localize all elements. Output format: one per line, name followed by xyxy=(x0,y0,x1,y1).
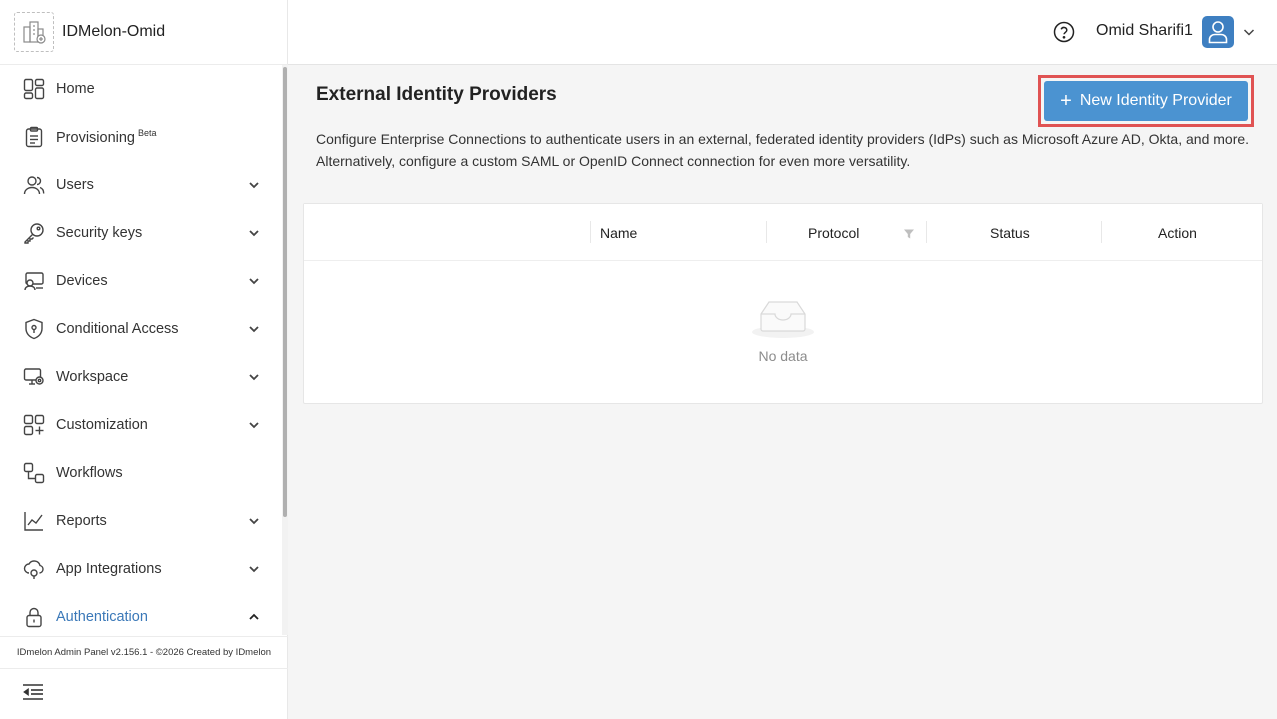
sidebar-item-app-integrations[interactable]: App Integrations xyxy=(0,545,282,593)
beta-badge: Beta xyxy=(138,128,157,139)
chevron-down-icon xyxy=(248,515,260,527)
chevron-down-icon[interactable] xyxy=(1242,25,1256,39)
chevron-down-icon xyxy=(248,227,260,239)
table-header: Name Protocol Status Action xyxy=(304,204,1262,261)
chevron-down-icon xyxy=(248,371,260,383)
sidebar-item-users[interactable]: Users xyxy=(0,161,282,209)
sidebar-item-label: Workspace xyxy=(56,369,129,385)
help-icon[interactable] xyxy=(1052,20,1076,44)
column-header-name[interactable]: Name xyxy=(600,204,637,261)
sidebar-scrollbar[interactable] xyxy=(282,65,288,635)
sidebar-item-authentication[interactable]: Authentication xyxy=(0,593,282,635)
identity-providers-table: Name Protocol Status Action No data xyxy=(303,203,1263,404)
empty-inbox-icon xyxy=(751,295,815,339)
column-separator xyxy=(590,221,591,243)
chevron-up-icon xyxy=(248,611,260,623)
sidebar-item-devices[interactable]: Devices xyxy=(0,257,282,305)
sidebar-scroll-thumb[interactable] xyxy=(283,67,287,517)
chevron-down-icon xyxy=(248,179,260,191)
user-name[interactable]: Omid Sharifi1 xyxy=(1096,22,1193,40)
column-separator xyxy=(1101,221,1102,243)
new-identity-provider-button[interactable]: + New Identity Provider xyxy=(1044,81,1248,121)
sidebar-item-reports[interactable]: Reports xyxy=(0,497,282,545)
sidebar-item-label: Home xyxy=(56,81,95,97)
org-logo-icon[interactable] xyxy=(14,12,54,52)
filter-icon[interactable] xyxy=(903,227,915,245)
workspace-icon xyxy=(22,365,46,389)
customization-icon xyxy=(22,413,46,437)
users-icon xyxy=(22,173,46,197)
clipboard-icon xyxy=(22,125,46,149)
sidebar-item-label: Security keys xyxy=(56,225,143,241)
lock-icon xyxy=(22,605,46,629)
no-data-text: No data xyxy=(758,348,808,364)
collapse-sidebar-button[interactable] xyxy=(0,668,288,719)
chevron-down-icon xyxy=(248,323,260,335)
app-integrations-icon xyxy=(22,557,46,581)
sidebar-item-label: Conditional Access xyxy=(56,321,179,337)
home-icon xyxy=(22,77,46,101)
chevron-down-icon xyxy=(248,563,260,575)
key-icon xyxy=(22,221,46,245)
reports-icon xyxy=(22,509,46,533)
sidebar-item-workspace[interactable]: Workspace xyxy=(0,353,282,401)
column-header-action: Action xyxy=(1158,224,1197,241)
page-title: External Identity Providers xyxy=(316,84,557,105)
top-header: Omid Sharifi1 xyxy=(288,0,1277,65)
devices-icon xyxy=(22,269,46,293)
sidebar: IDMelon-Omid Home Provisioning Beta Users xyxy=(0,0,288,719)
sidebar-item-label: Authentication xyxy=(56,609,148,625)
org-name: IDMelon-Omid xyxy=(62,23,166,40)
user-avatar-icon[interactable] xyxy=(1202,16,1234,48)
sidebar-item-label: Reports xyxy=(56,513,107,529)
sidebar-item-security-keys[interactable]: Security keys xyxy=(0,209,282,257)
sidebar-item-label: Devices xyxy=(56,273,108,289)
plus-icon: + xyxy=(1060,90,1072,112)
sidebar-item-home[interactable]: Home xyxy=(0,65,282,113)
column-separator xyxy=(766,221,767,243)
sidebar-item-label: Provisioning xyxy=(56,129,135,146)
sidebar-menu: Home Provisioning Beta Users Security key… xyxy=(0,65,282,635)
sidebar-item-label: Users xyxy=(56,177,94,193)
column-header-protocol[interactable]: Protocol xyxy=(808,204,859,261)
new-identity-provider-label: New Identity Provider xyxy=(1079,92,1232,109)
sidebar-item-label: Customization xyxy=(56,417,148,433)
sidebar-item-customization[interactable]: Customization xyxy=(0,401,282,449)
column-header-status: Status xyxy=(990,224,1030,241)
page-description: Configure Enterprise Connections to auth… xyxy=(316,131,1250,169)
collapse-menu-icon xyxy=(22,683,44,706)
sidebar-item-label: Workflows xyxy=(56,465,123,481)
workflows-icon xyxy=(22,461,46,485)
sidebar-item-workflows[interactable]: Workflows xyxy=(0,449,282,497)
chevron-down-icon xyxy=(248,275,260,287)
table-empty-state: No data xyxy=(304,261,1262,403)
brand-header: IDMelon-Omid xyxy=(0,0,288,65)
shield-icon xyxy=(22,317,46,341)
sidebar-footer: IDmelon Admin Panel v2.156.1 - ©2026 Cre… xyxy=(0,636,288,668)
column-separator xyxy=(926,221,927,243)
sidebar-item-label: App Integrations xyxy=(56,561,162,577)
sidebar-item-provisioning[interactable]: Provisioning Beta xyxy=(0,113,282,161)
chevron-down-icon xyxy=(248,419,260,431)
new-identity-provider-highlight: + New Identity Provider xyxy=(1038,75,1254,127)
sidebar-item-conditional-access[interactable]: Conditional Access xyxy=(0,305,282,353)
